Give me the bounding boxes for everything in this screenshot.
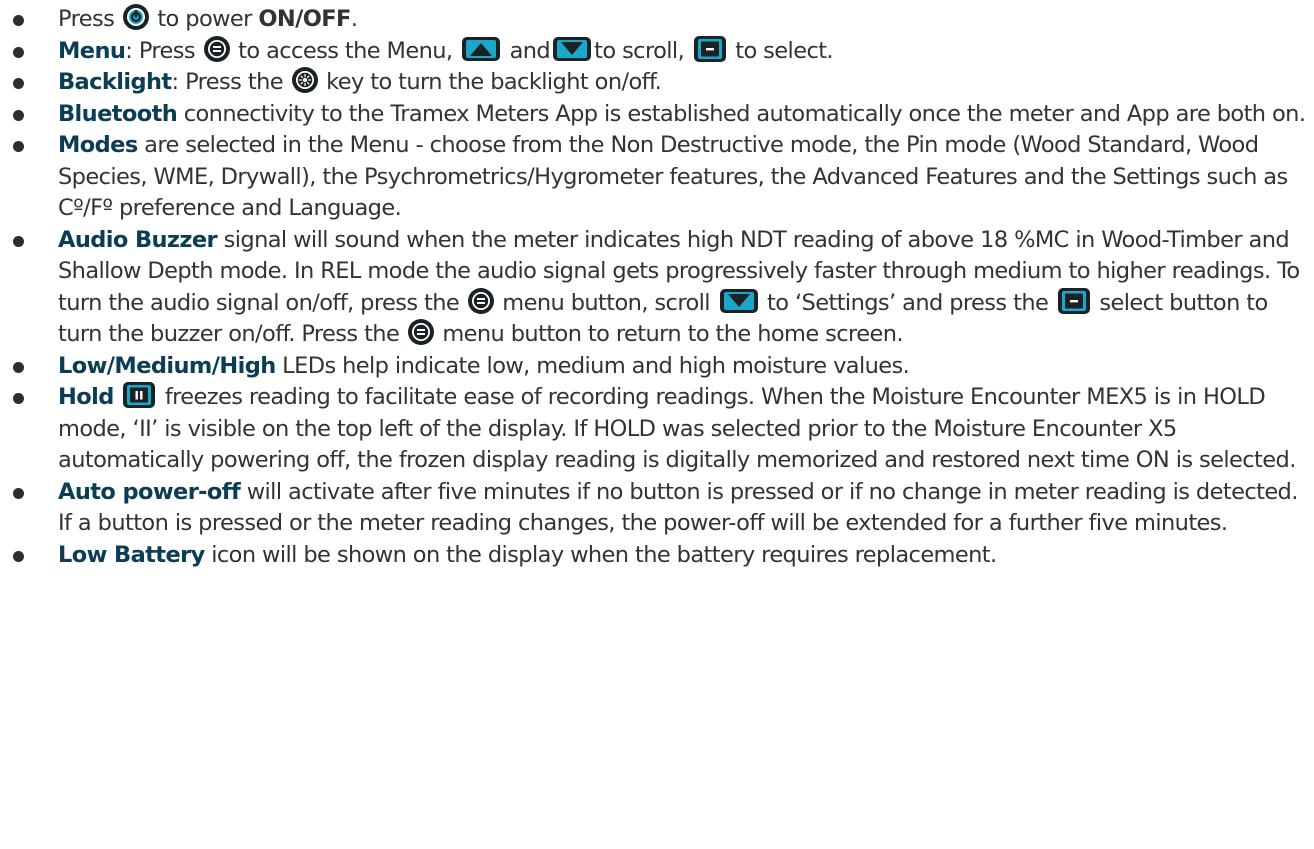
bullet-text: . (350, 6, 358, 32)
bullet-item: Menu: Press to access the Menu, and to sc… (0, 35, 1314, 68)
bullet-item: Audio Buzzer signal will sound when the … (0, 225, 1314, 351)
instructions-page: Press to power ON/OFF. Menu: Press to acc… (0, 0, 1314, 849)
bullet-item: Low Battery icon will be shown on the di… (0, 540, 1314, 572)
bullet-text: and (503, 37, 551, 64)
bullet-item: Modes are selected in the Menu - choose … (0, 130, 1314, 225)
select-icon (693, 35, 726, 62)
bullet-keyword: Menu (58, 37, 126, 64)
select-icon (1057, 287, 1090, 314)
bullet-item: Auto power-off will activate after five … (0, 477, 1314, 540)
down-arrow-icon (719, 288, 758, 313)
bullet-keyword: Bluetooth (58, 100, 178, 127)
backlight-icon (291, 67, 318, 93)
bullet-text: to power (150, 6, 259, 32)
bullet-keyword: Modes (58, 132, 138, 158)
bullet-text: to ‘Settings’ and press the (760, 289, 1055, 316)
bullet-emphasis: ON/OFF (258, 6, 351, 32)
bullet-text: are selected in the Menu - choose from t… (58, 132, 1288, 221)
bullet-keyword: Audio Buzzer (58, 226, 218, 253)
bullet-keyword: Low/Medium/High (58, 352, 276, 379)
bullet-item: Bluetooth connectivity to the Tramex Met… (0, 99, 1314, 131)
menu-icon (467, 287, 494, 314)
bullet-item: Backlight: Press the key to turn the bac… (0, 67, 1314, 99)
bullet-keyword: Hold (58, 384, 114, 410)
menu-icon (203, 35, 230, 62)
bullet-text: to scroll, (594, 37, 691, 64)
bullet-text: icon will be shown on the display when t… (204, 541, 997, 568)
bullet-keyword: Auto power-off (58, 478, 241, 505)
bullet-keyword: Low Battery (58, 541, 205, 568)
bullet-text: key to turn the backlight on/off. (319, 69, 662, 95)
bullet-text: menu button, scroll (495, 289, 717, 316)
bullet-text: connectivity to the Tramex Meters App is… (177, 100, 1306, 127)
bullet-text: to access the Menu, (231, 37, 460, 64)
power-icon (122, 4, 149, 30)
up-arrow-icon (462, 36, 501, 61)
bullet-item: Low/Medium/High LEDs help indicate low, … (0, 351, 1314, 383)
bullet-text: freezes reading to facilitate ease of re… (58, 384, 1296, 473)
bullet-text: to select. (728, 37, 833, 64)
feature-bullet-list: Press to power ON/OFF. Menu: Press to acc… (0, 4, 1314, 571)
bullet-item: Press to power ON/OFF. (0, 4, 1314, 36)
bullet-text: LEDs help indicate low, medium and high … (275, 352, 910, 379)
bullet-text (114, 384, 121, 410)
down-arrow-icon (553, 36, 592, 61)
bullet-item: Hold freezes reading to facilitate ease … (0, 382, 1314, 477)
bullet-text: : Press the (171, 69, 290, 95)
bullet-text: will activate after five minutes if no b… (58, 478, 1298, 537)
menu-icon (407, 319, 434, 345)
bullet-text: : Press (125, 37, 202, 64)
bullet-text: Press (58, 6, 121, 32)
bullet-keyword: Backlight (58, 69, 172, 95)
bullet-text: menu button to return to the home screen… (435, 321, 903, 347)
hold-icon (123, 382, 156, 408)
